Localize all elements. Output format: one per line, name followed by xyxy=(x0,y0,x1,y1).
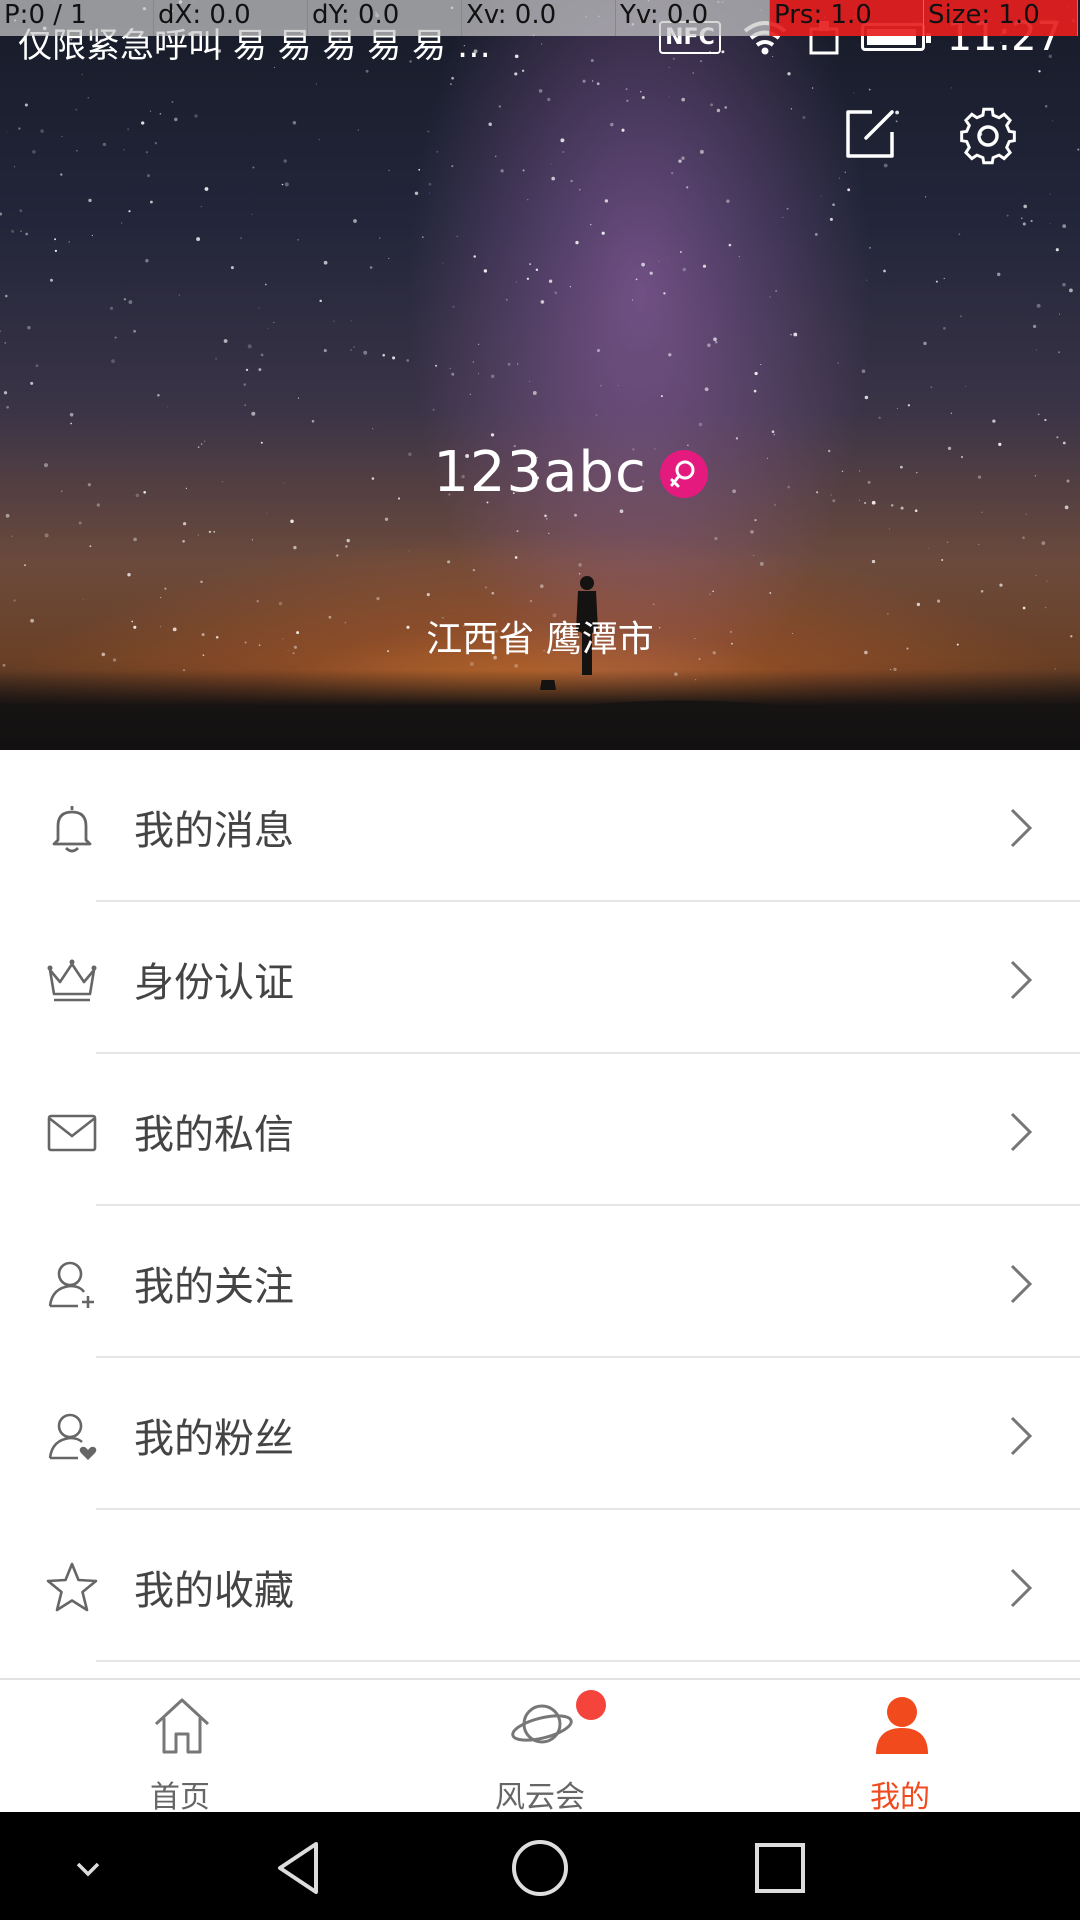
chevron-right-icon xyxy=(1010,808,1033,848)
username: 123abc xyxy=(433,440,647,505)
home-circle-icon[interactable] xyxy=(510,1838,570,1898)
tab-label: 风云会 xyxy=(495,1780,585,1815)
pointer-debug-overlay: P:0 / 1 dX: 0.0 dY: 0.0 Xv: 0.0 Yv: 0.0 … xyxy=(0,0,1080,36)
menu-item-label: 我的消息 xyxy=(134,808,294,854)
back-icon[interactable] xyxy=(270,1838,330,1898)
menu-item-label: 我的关注 xyxy=(134,1264,294,1310)
recents-icon[interactable] xyxy=(750,1838,810,1898)
menu-item-verification[interactable]: 身份认证 xyxy=(0,902,1080,1054)
female-icon xyxy=(660,450,708,498)
divider xyxy=(96,1660,1080,1662)
chevron-right-icon xyxy=(1010,1568,1033,1608)
debug-dx: dX: 0.0 xyxy=(154,0,308,36)
chevron-right-icon xyxy=(1010,960,1033,1000)
debug-pressure: Prs: 1.0 xyxy=(770,0,924,36)
tab-home[interactable]: 首页 xyxy=(0,1680,360,1815)
tab-label: 我的 xyxy=(870,1780,930,1815)
home-icon xyxy=(154,1698,210,1754)
tab-label: 首页 xyxy=(150,1780,210,1815)
chevron-right-icon xyxy=(1010,1112,1033,1152)
planet-icon xyxy=(511,1704,573,1744)
debug-xv: Xv: 0.0 xyxy=(462,0,616,36)
person-icon xyxy=(876,1697,928,1754)
ground xyxy=(0,670,1080,750)
menu-item-messages[interactable]: 我的消息 xyxy=(0,750,1080,902)
menu-item-label: 我的粉丝 xyxy=(134,1416,294,1462)
menu-item-label: 我的收藏 xyxy=(134,1568,294,1614)
star-icon xyxy=(46,1562,98,1612)
chevron-down-icon[interactable] xyxy=(58,1838,118,1898)
bell-icon xyxy=(52,806,92,853)
gear-icon[interactable] xyxy=(956,104,1020,168)
bottom-tab-bar: 首页 风云会 我的 xyxy=(0,1678,1080,1815)
debug-pointer: P:0 / 1 xyxy=(0,0,154,36)
mail-icon xyxy=(47,1114,97,1152)
user-plus-icon xyxy=(48,1261,94,1308)
profile-header: 仅限紧急呼叫 易 易 易 易 易 … NFC 11:27 P:0 / 1 dX:… xyxy=(0,0,1080,750)
debug-yv: Yv: 0.0 xyxy=(616,0,770,36)
menu-item-label: 我的私信 xyxy=(134,1112,294,1158)
menu-item-label: 身份认证 xyxy=(134,960,294,1006)
notification-dot-badge xyxy=(576,1690,606,1720)
profile-name-row: 123abc xyxy=(0,440,1080,505)
debug-dy: dY: 0.0 xyxy=(308,0,462,36)
user-location: 江西省 鹰潭市 xyxy=(426,619,654,660)
edit-icon[interactable] xyxy=(842,106,898,162)
chevron-right-icon xyxy=(1010,1416,1033,1456)
menu-item-favorites[interactable]: 我的收藏 xyxy=(0,1510,1080,1662)
user-heart-icon xyxy=(48,1413,97,1460)
tab-fengyunhui[interactable]: 风云会 xyxy=(360,1680,720,1815)
chevron-right-icon xyxy=(1010,1264,1033,1304)
debug-size: Size: 1.0 xyxy=(924,0,1078,36)
menu-item-private-messages[interactable]: 我的私信 xyxy=(0,1054,1080,1206)
menu-item-fans[interactable]: 我的粉丝 xyxy=(0,1358,1080,1510)
menu-item-following[interactable]: 我的关注 xyxy=(0,1206,1080,1358)
profile-menu: 我的消息 身份认证 我的私信 我的关注 我的粉丝 我的收藏 xyxy=(0,750,1080,1662)
crown-icon xyxy=(47,959,97,1002)
tab-mine[interactable]: 我的 xyxy=(720,1680,1080,1815)
system-navigation-bar xyxy=(0,1812,1080,1920)
